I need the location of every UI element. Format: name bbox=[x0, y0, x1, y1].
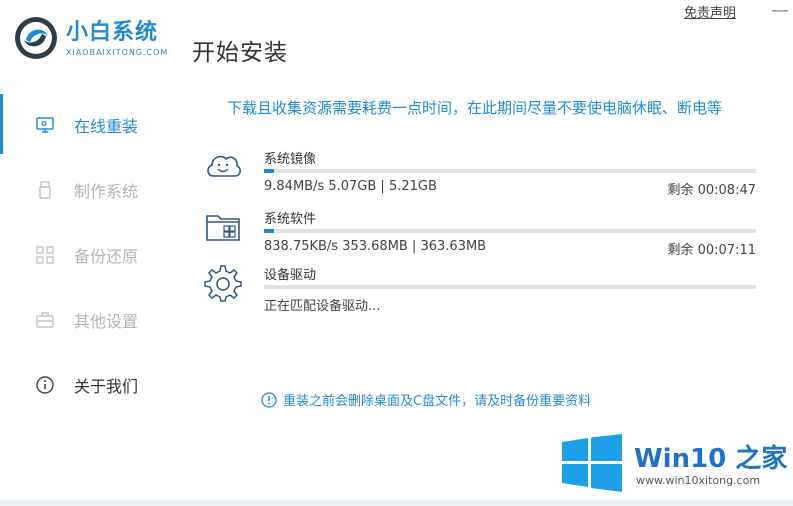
watermark: Win10 之家 www.win10xitong.com bbox=[560, 430, 788, 500]
logo-title: 小白系统 bbox=[66, 19, 159, 45]
logo-subtitle: XIAOBAIXITONG.COM bbox=[66, 47, 169, 57]
bottom-border bbox=[0, 500, 793, 506]
backup-warning: 重装之前会删除桌面及C盘文件，请及时备份重要资料 bbox=[261, 390, 591, 409]
sidebar-item-about-us[interactable]: 关于我们 bbox=[0, 352, 175, 417]
watermark-url: www.win10xitong.com bbox=[636, 474, 761, 487]
progress-bar bbox=[264, 229, 756, 233]
sidebar: 在线重装 制作系统 备份还原 其他设置 关于我们 bbox=[0, 92, 175, 417]
watermark-suffix: 之家 bbox=[726, 444, 788, 474]
sidebar-item-label: 关于我们 bbox=[74, 376, 139, 396]
sidebar-item-other-settings[interactable]: 其他设置 bbox=[0, 287, 175, 352]
app-logo: 小白系统 XIAOBAIXITONG.COM bbox=[14, 16, 168, 60]
sidebar-item-label: 其他设置 bbox=[74, 311, 139, 331]
backup-icon bbox=[36, 245, 54, 264]
task-name: 系统镜像 bbox=[264, 152, 317, 167]
disclaimer-link[interactable]: 免责声明 bbox=[684, 2, 736, 21]
progress-bar bbox=[264, 285, 756, 289]
sidebar-item-backup-restore[interactable]: 备份还原 bbox=[0, 222, 175, 287]
folder-apps-icon bbox=[206, 215, 240, 241]
usb-icon bbox=[39, 180, 51, 199]
watermark-brand: Win10 bbox=[634, 444, 727, 474]
task-status: 正在匹配设备驱动... bbox=[264, 299, 381, 314]
task-name: 设备驱动 bbox=[264, 268, 317, 283]
sidebar-item-label: 制作系统 bbox=[74, 181, 139, 201]
sidebar-item-label: 备份还原 bbox=[74, 246, 139, 266]
watermark-title: Win10 之家 bbox=[634, 438, 787, 475]
task-name: 系统软件 bbox=[264, 212, 317, 227]
briefcase-icon bbox=[36, 311, 54, 328]
cloud-face-icon bbox=[207, 155, 241, 177]
minimize-button[interactable]: — bbox=[770, 2, 790, 22]
progress-fill bbox=[264, 169, 274, 173]
task-remaining-time: 剩余 00:07:11 bbox=[667, 243, 756, 258]
progress-fill bbox=[264, 229, 274, 233]
info-icon bbox=[36, 375, 54, 394]
task-remaining-time: 剩余 00:08:47 bbox=[667, 183, 756, 198]
progress-bar bbox=[264, 169, 756, 173]
page-title: 开始安装 bbox=[192, 40, 288, 66]
sidebar-item-online-reinstall[interactable]: 在线重装 bbox=[0, 92, 175, 157]
download-notice: 下载且收集资源需要耗费一点时间，在此期间尽量不要使电脑休眠、断电等 bbox=[227, 99, 723, 117]
gear-icon bbox=[204, 265, 242, 302]
warning-text: 重装之前会删除桌面及C盘文件，请及时备份重要资料 bbox=[283, 394, 592, 409]
sidebar-item-make-system[interactable]: 制作系统 bbox=[0, 157, 175, 222]
warning-info-icon bbox=[261, 391, 277, 408]
windows-logo-icon bbox=[562, 434, 622, 492]
sidebar-item-label: 在线重装 bbox=[74, 116, 139, 136]
task-speed: 9.84MB/s 5.07GB | 5.21GB bbox=[264, 179, 437, 194]
logo-icon bbox=[15, 17, 57, 59]
monitor-icon bbox=[36, 116, 54, 133]
task-speed: 838.75KB/s 353.68MB | 363.63MB bbox=[264, 239, 487, 254]
